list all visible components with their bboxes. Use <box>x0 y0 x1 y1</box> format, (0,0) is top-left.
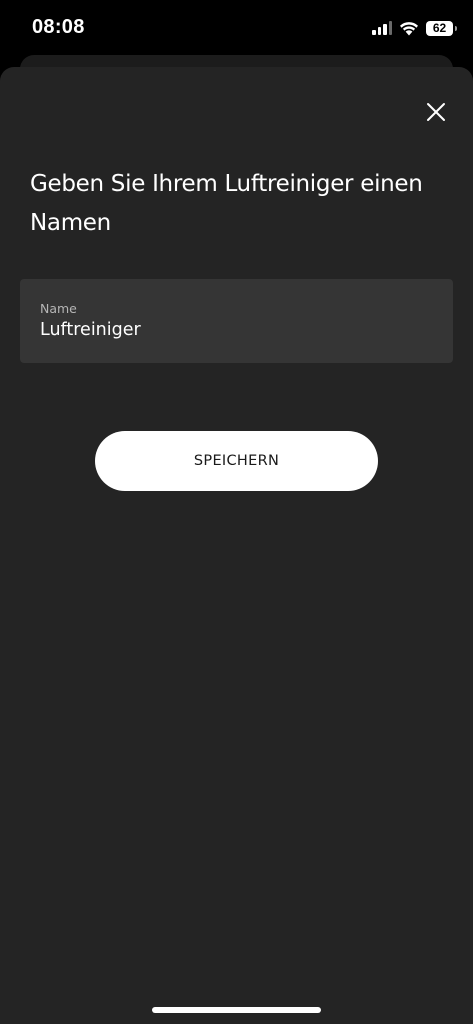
status-icons: 62 <box>372 18 457 38</box>
battery-icon: 62 <box>426 20 457 36</box>
close-button[interactable] <box>421 97 451 127</box>
name-input-field[interactable]: Name Luftreiniger <box>20 279 453 363</box>
name-field-value[interactable]: Luftreiniger <box>40 320 141 340</box>
screen: 08:08 62 Geben Sie Ihrem Luftreiniger ei… <box>0 0 473 1024</box>
name-dialog-sheet: Geben Sie Ihrem Luftreiniger einen Namen… <box>0 67 473 1024</box>
save-button[interactable]: SPEICHERN <box>95 431 378 491</box>
signal-icon <box>372 21 392 35</box>
dialog-title: Geben Sie Ihrem Luftreiniger einen Namen <box>30 171 423 236</box>
status-time: 08:08 <box>32 16 85 38</box>
wifi-icon <box>400 21 418 35</box>
name-field-label: Name <box>40 301 77 316</box>
close-icon <box>427 103 445 121</box>
home-indicator <box>152 1007 321 1013</box>
status-bar: 08:08 62 <box>0 0 473 56</box>
